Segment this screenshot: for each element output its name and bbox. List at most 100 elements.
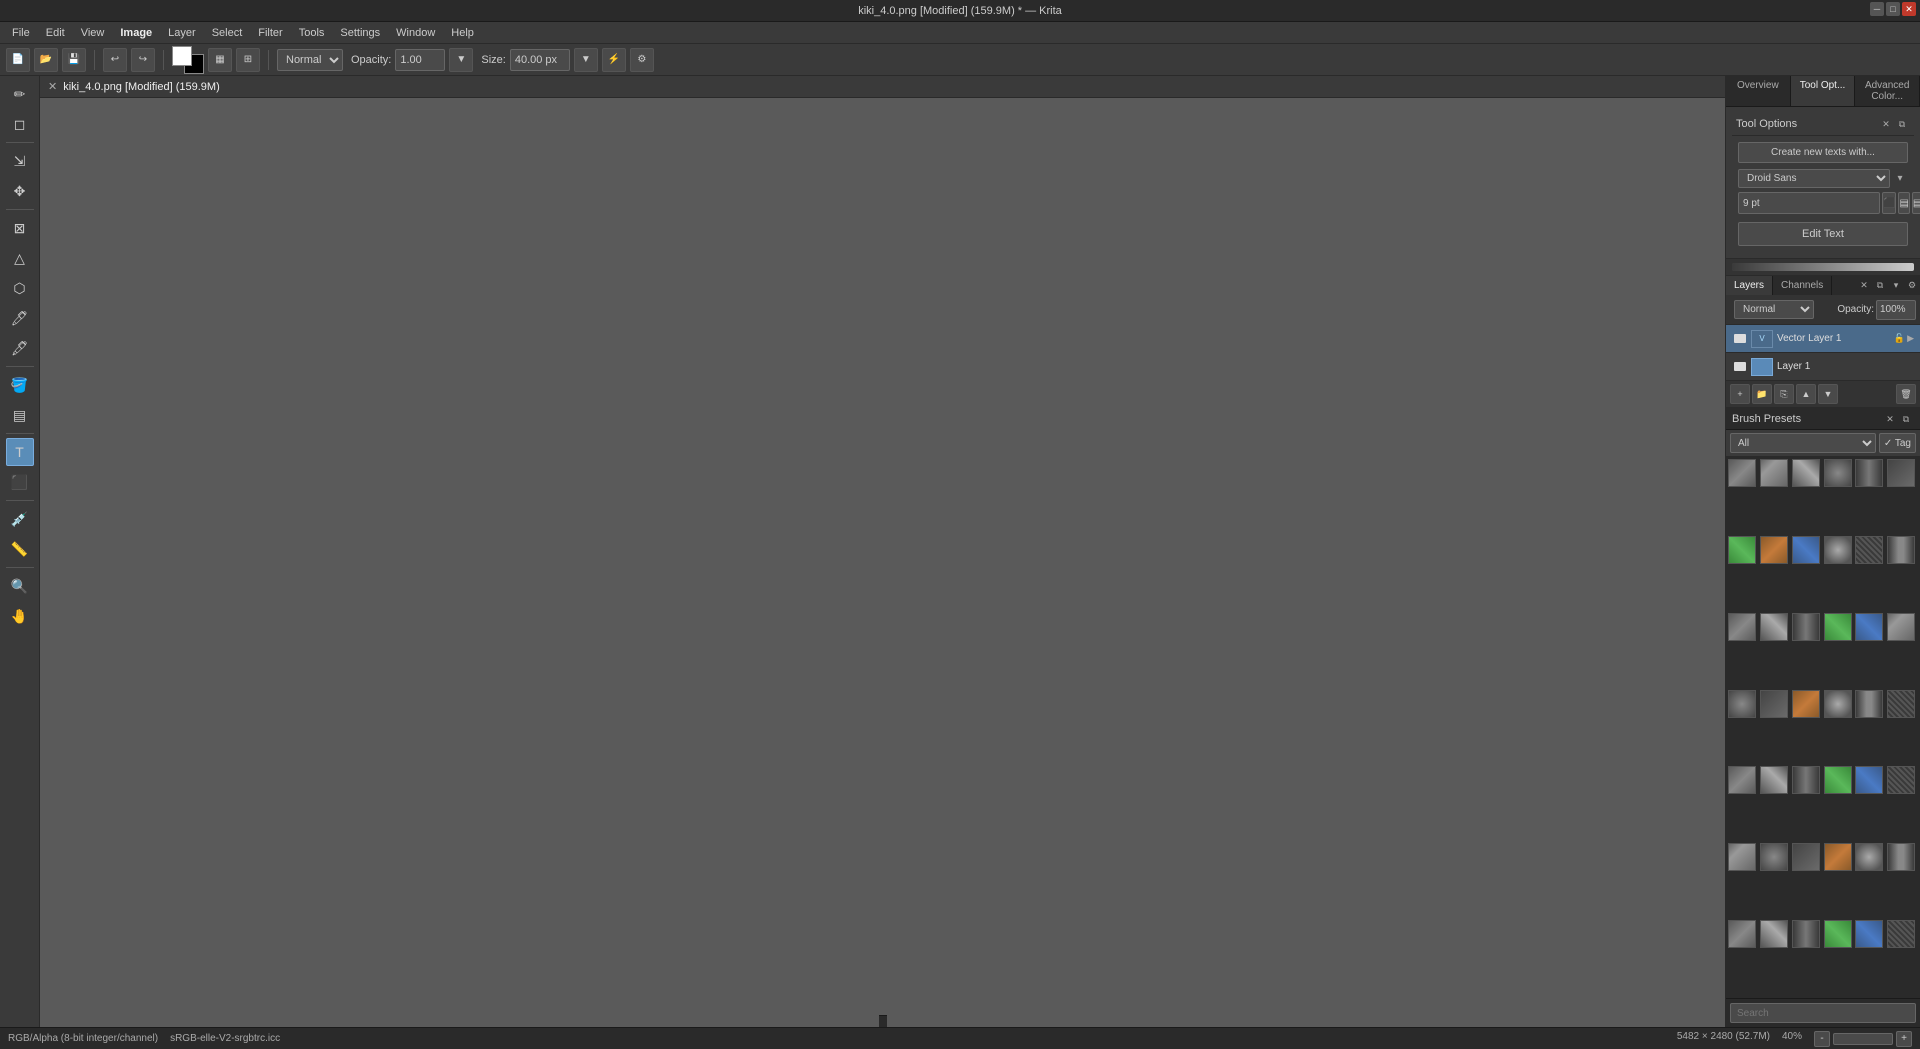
size-input[interactable] [510,49,570,71]
pressure-btn[interactable]: ⚡ [602,48,626,72]
brush-search-input[interactable] [1730,1003,1916,1023]
redo-button[interactable]: ↪ [131,48,155,72]
lt-duplicate[interactable]: ⎘ [1774,384,1794,404]
brush-item-3[interactable] [1792,459,1820,487]
brush-item-2[interactable] [1760,459,1788,487]
brush-item-25[interactable] [1728,766,1756,794]
brush-item-32[interactable] [1760,843,1788,871]
tag-button[interactable]: ✓ Tag [1879,433,1916,453]
new-button[interactable]: 📄 [6,48,30,72]
menu-help[interactable]: Help [443,25,482,41]
lt-add-group[interactable]: 📁 [1752,384,1772,404]
gradient-btn[interactable]: ▦ [208,48,232,72]
tool-pan[interactable]: 🤚 [6,602,34,630]
brush-item-6[interactable] [1887,459,1915,487]
brush-item-5[interactable] [1855,459,1883,487]
brush-item-11[interactable] [1855,536,1883,564]
tool-path[interactable]: 🖊 [6,304,34,332]
brush-item-38[interactable] [1760,920,1788,948]
brush-item-4[interactable] [1824,459,1852,487]
blend-mode-select[interactable]: Normal [277,49,343,71]
brush-presets-close[interactable]: ✕ [1882,411,1898,427]
close-button[interactable]: ✕ [1902,2,1916,16]
create-text-btn[interactable]: Create new texts with... [1738,142,1908,163]
brush-item-20[interactable] [1760,690,1788,718]
zoom-in-btn[interactable]: + [1896,1031,1912,1047]
tool-transform[interactable]: ⇲ [6,147,34,175]
size-toggle[interactable]: ▼ [574,48,598,72]
brush-item-40[interactable] [1824,920,1852,948]
menu-settings[interactable]: Settings [332,25,388,41]
brush-item-15[interactable] [1792,613,1820,641]
tool-crop[interactable]: ⊠ [6,214,34,242]
tab-layers[interactable]: Layers [1726,276,1773,295]
tool-measure[interactable]: 📏 [6,535,34,563]
brush-item-13[interactable] [1728,613,1756,641]
layer-item-paint[interactable]: Layer 1 [1726,353,1920,381]
brush-item-21[interactable] [1792,690,1820,718]
font-dropdown[interactable]: ▾ [1892,171,1908,187]
brush-item-14[interactable] [1760,613,1788,641]
tool-erase[interactable]: ◻ [6,110,34,138]
brush-item-10[interactable] [1824,536,1852,564]
brush-item-16[interactable] [1824,613,1852,641]
canvas-close-icon[interactable]: ✕ [48,80,57,93]
foreground-color[interactable] [172,46,192,66]
tool-shape[interactable]: △ [6,244,34,272]
zoom-slider[interactable] [1833,1033,1893,1045]
edit-text-button[interactable]: Edit Text [1738,222,1908,246]
tool-move[interactable]: ✥ [6,177,34,205]
layers-float[interactable]: ⧉ [1872,278,1888,294]
menu-edit[interactable]: Edit [38,25,73,41]
opacity-input[interactable] [395,49,445,71]
tool-polygon[interactable]: ⬡ [6,274,34,302]
font-select[interactable]: Droid Sans [1738,169,1890,188]
menu-tools[interactable]: Tools [291,25,333,41]
brush-item-19[interactable] [1728,690,1756,718]
lt-move-down[interactable]: ▼ [1818,384,1838,404]
tool-freehand[interactable]: ✏ [6,80,34,108]
brush-item-35[interactable] [1855,843,1883,871]
brush-item-34[interactable] [1824,843,1852,871]
brush-item-28[interactable] [1824,766,1852,794]
tool-text[interactable]: T [6,438,34,466]
brush-item-22[interactable] [1824,690,1852,718]
brush-item-24[interactable] [1887,690,1915,718]
menu-window[interactable]: Window [388,25,443,41]
layer-lock-vector[interactable]: 🔓 [1894,333,1905,344]
align-left-btn[interactable]: ⬛ [1882,192,1896,214]
open-button[interactable]: 📂 [34,48,58,72]
brush-item-41[interactable] [1855,920,1883,948]
brush-presets-float[interactable]: ⧉ [1898,411,1914,427]
tool-options-float[interactable]: ⧉ [1894,116,1910,132]
layer-item-vector[interactable]: V Vector Layer 1 🔓 ▶ [1726,325,1920,353]
menu-file[interactable]: File [4,25,38,41]
maximize-button[interactable]: □ [1886,2,1900,16]
opacity-toggle[interactable]: ▼ [449,48,473,72]
brush-item-7[interactable] [1728,536,1756,564]
layer-visibility-vector[interactable] [1732,331,1748,347]
menu-image[interactable]: Image [112,25,160,41]
save-button[interactable]: 💾 [62,48,86,72]
brush-item-27[interactable] [1792,766,1820,794]
tab-tool-options[interactable]: Tool Opt... [1791,76,1856,106]
lt-delete[interactable]: 🗑 [1896,384,1916,404]
brush-item-30[interactable] [1887,766,1915,794]
minimize-button[interactable]: ─ [1870,2,1884,16]
brush-item-26[interactable] [1760,766,1788,794]
brush-item-18[interactable] [1887,613,1915,641]
undo-button[interactable]: ↩ [103,48,127,72]
tool-zoom[interactable]: 🔍 [6,572,34,600]
tool-contiguous[interactable]: ⬛ [6,468,34,496]
brush-item-17[interactable] [1855,613,1883,641]
zoom-out-btn[interactable]: - [1814,1031,1830,1047]
tab-advanced-color[interactable]: Advanced Color... [1855,76,1920,106]
tool-opacity-slider[interactable] [1732,263,1914,271]
tab-overview[interactable]: Overview [1726,76,1791,106]
color-selector[interactable] [172,46,204,74]
layer-blend-mode[interactable]: Normal [1734,300,1814,319]
menu-view[interactable]: View [73,25,113,41]
brush-item-42[interactable] [1887,920,1915,948]
tool-options-close[interactable]: ✕ [1878,116,1894,132]
brush-item-1[interactable] [1728,459,1756,487]
